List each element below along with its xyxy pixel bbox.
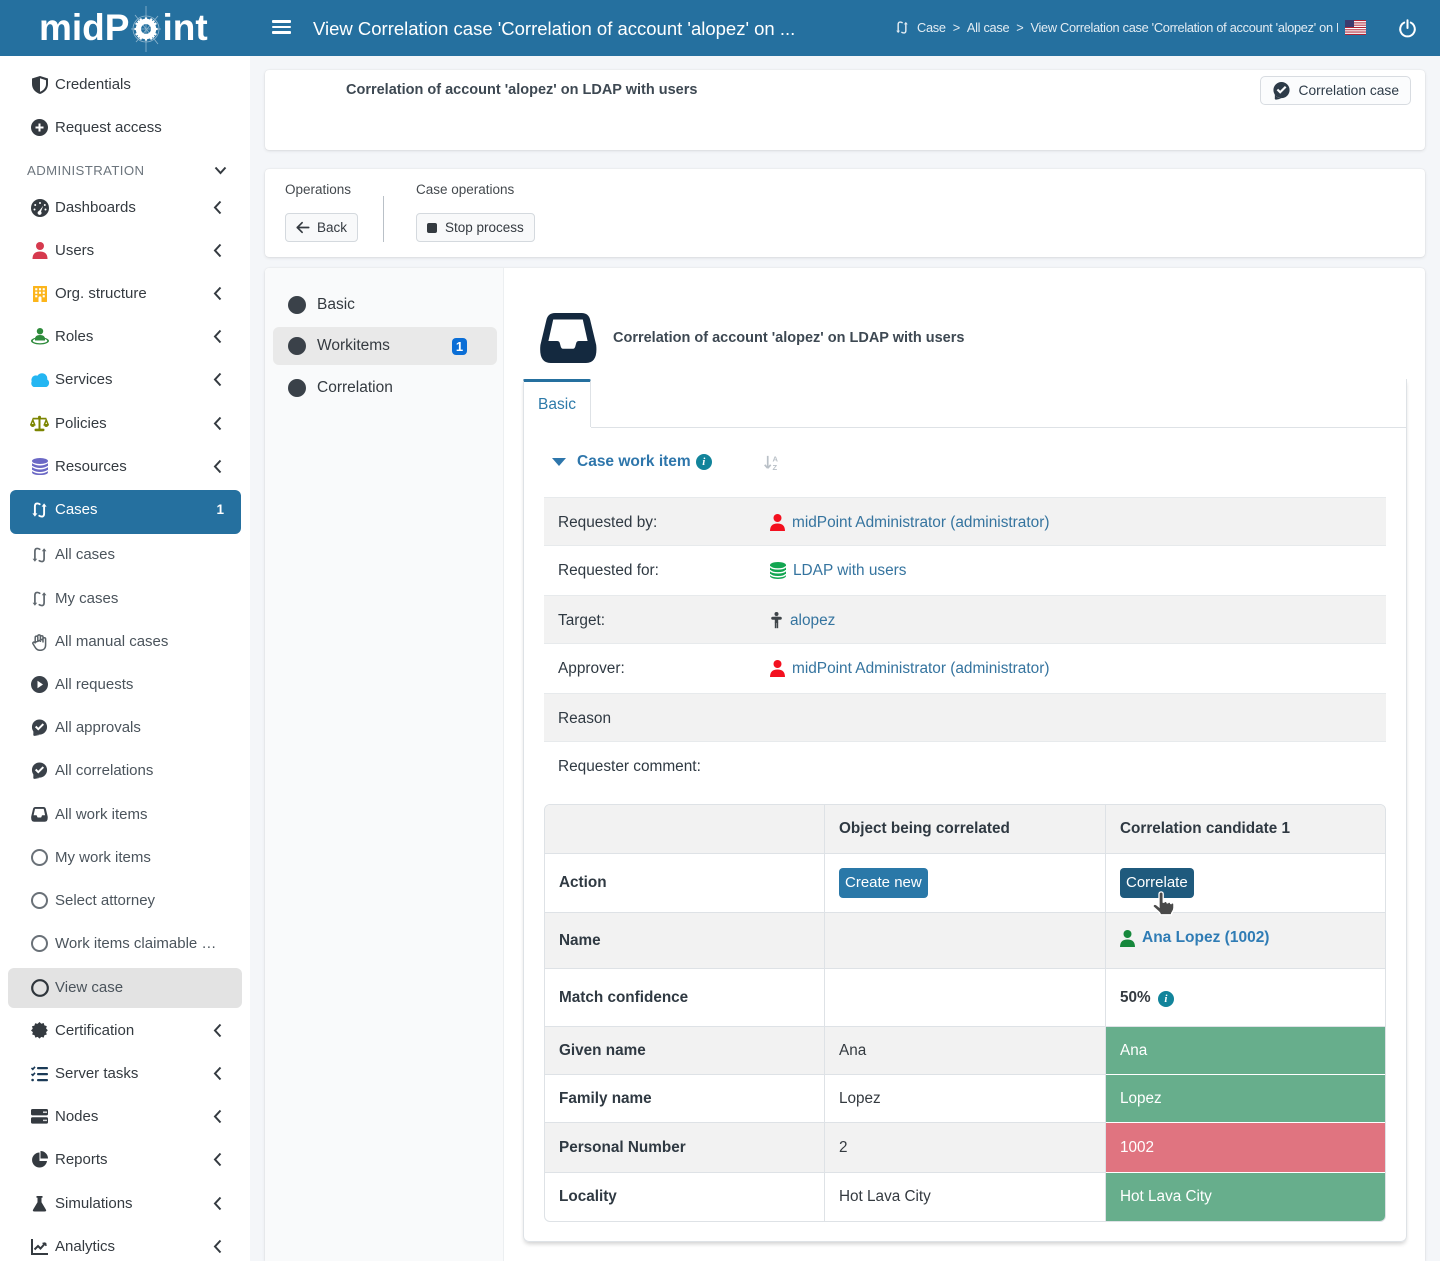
svg-text:Z: Z <box>772 463 777 471</box>
